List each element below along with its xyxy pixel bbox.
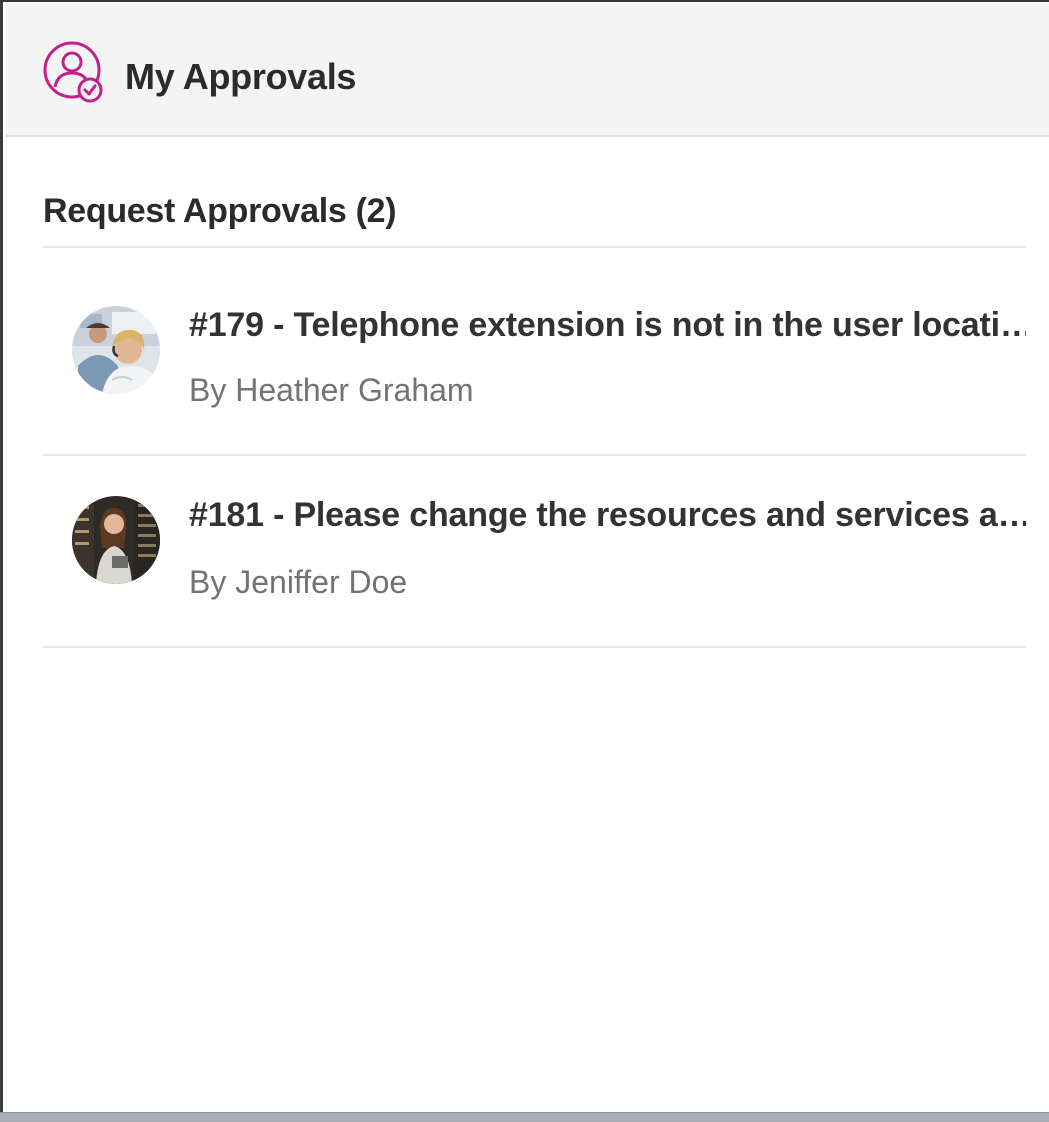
- approval-list-item[interactable]: #179 - Telephone extension is not in the…: [43, 248, 1026, 438]
- approval-author: By Heather Graham: [189, 372, 474, 408]
- panel-header: My Approvals: [6, 4, 1049, 137]
- page-title: My Approvals: [125, 56, 357, 97]
- divider: [43, 646, 1026, 648]
- approval-title[interactable]: #179 - Telephone extension is not in the…: [189, 306, 1026, 345]
- approvals-panel: My Approvals Request Approvals (2) #179 …: [0, 0, 1049, 1122]
- bottom-edge: [0, 1112, 1049, 1122]
- user-approval-icon: [42, 40, 108, 106]
- section-title: Request Approvals (2): [43, 192, 397, 230]
- approval-title[interactable]: #181 - Please change the resources and s…: [189, 496, 1026, 535]
- approval-author: By Jeniffer Doe: [189, 564, 408, 600]
- avatar: [72, 306, 160, 394]
- avatar: [72, 496, 160, 584]
- approval-list-item[interactable]: #181 - Please change the resources and s…: [43, 456, 1026, 646]
